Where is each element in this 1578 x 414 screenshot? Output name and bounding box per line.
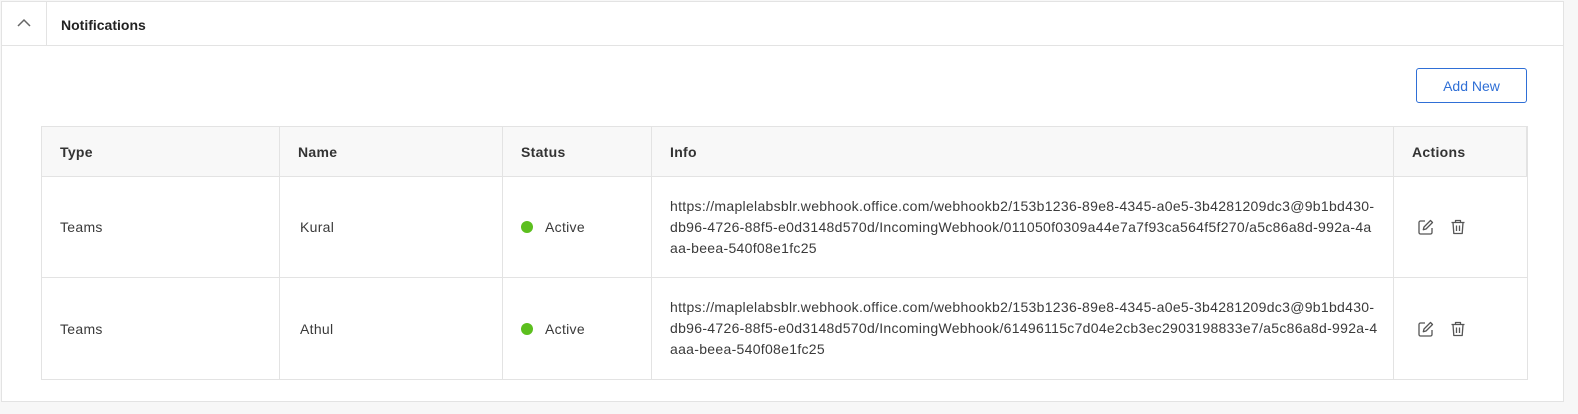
cell-info: https://maplelabsblr.webhook.office.com/… <box>652 278 1394 379</box>
table-row: Teams Athul Active https://maplelabsblr.… <box>42 278 1527 379</box>
cell-name: Kural <box>280 177 503 277</box>
webhook-url: https://maplelabsblr.webhook.office.com/… <box>670 197 1375 256</box>
trash-icon[interactable] <box>1448 319 1468 339</box>
column-header-name[interactable]: Name <box>280 127 503 176</box>
status-label: Active <box>545 320 585 337</box>
edit-icon[interactable] <box>1416 319 1436 339</box>
cell-name: Athul <box>280 278 503 379</box>
table-row: Teams Kural Active https://maplelabsblr.… <box>42 177 1527 278</box>
status-dot-icon <box>521 221 533 233</box>
cell-status: Active <box>503 177 652 277</box>
webhook-url: https://maplelabsblr.webhook.office.com/… <box>670 299 1378 357</box>
chevron-up-icon <box>16 15 32 33</box>
cell-type: Teams <box>42 278 280 379</box>
panel-header: Notifications <box>2 2 1563 46</box>
cell-type: Teams <box>42 177 280 277</box>
column-header-status[interactable]: Status <box>503 127 652 176</box>
column-header-type[interactable]: Type <box>42 127 280 176</box>
column-header-actions: Actions <box>1394 127 1527 176</box>
cell-actions <box>1394 278 1527 379</box>
edit-icon[interactable] <box>1416 217 1436 237</box>
add-new-button[interactable]: Add New <box>1416 68 1527 103</box>
table-header-row: Type Name Status Info Actions <box>42 127 1527 177</box>
status-label: Active <box>545 219 585 235</box>
notifications-panel: Notifications Add New Type Name Status I… <box>1 1 1564 402</box>
panel-title: Notifications <box>61 17 146 33</box>
notifications-table: Type Name Status Info Actions Teams Kura… <box>41 126 1528 380</box>
cell-info: https://maplelabsblr.webhook.office.com/… <box>652 177 1394 277</box>
cell-status: Active <box>503 278 652 379</box>
column-header-info[interactable]: Info <box>652 127 1394 176</box>
collapse-button[interactable] <box>2 2 47 45</box>
status-dot-icon <box>521 322 533 335</box>
trash-icon[interactable] <box>1448 217 1468 237</box>
cell-actions <box>1394 177 1527 277</box>
